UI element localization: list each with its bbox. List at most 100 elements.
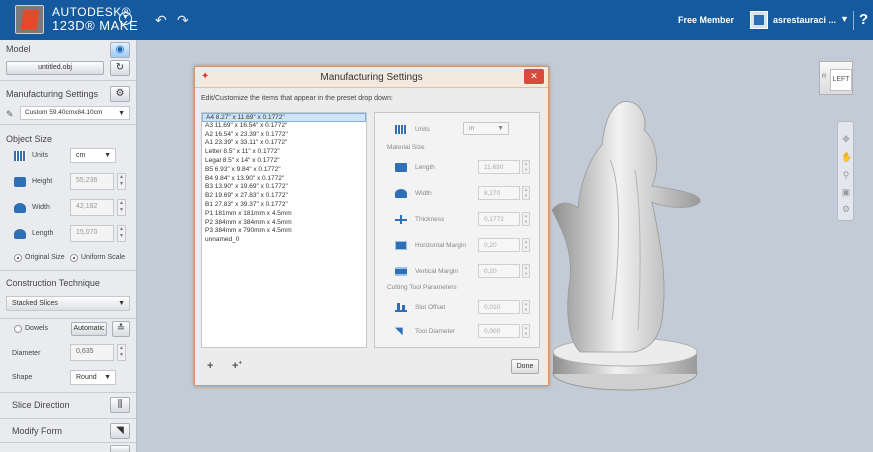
- height-field[interactable]: 55,236: [70, 173, 114, 190]
- username[interactable]: asrestauraci ...: [773, 15, 836, 25]
- model-title: Model: [6, 44, 31, 54]
- list-item[interactable]: A1 23.39" x 33.11" x 0.1772": [202, 139, 366, 148]
- original-size-radio[interactable]: [14, 254, 22, 262]
- preset-dropdown[interactable]: Custom 59.40cmx84.10cm ▼: [20, 106, 130, 120]
- pencil-icon[interactable]: ✎: [6, 109, 14, 120]
- list-item[interactable]: unnamed_0: [202, 236, 366, 245]
- construction-value: Stacked Slices: [12, 300, 58, 307]
- diameter-stepper[interactable]: ▲ ▼: [117, 344, 126, 361]
- ruler-icon: [14, 151, 26, 161]
- slot-offset-label: Slot Offset: [415, 304, 446, 311]
- duplicate-preset-icon[interactable]: ++: [232, 360, 242, 372]
- redo-icon[interactable]: ↷: [177, 12, 189, 29]
- length-label: Length: [415, 164, 435, 171]
- dialog-units-value: in: [469, 125, 475, 132]
- app-menu-chevron-icon[interactable]: ▼: [119, 12, 132, 25]
- length-field[interactable]: 15,070: [70, 225, 114, 242]
- dowels-radio[interactable]: [14, 325, 22, 333]
- dowel-settings-icon[interactable]: ≛: [112, 321, 130, 337]
- list-item[interactable]: B2 19.69" x 27.83" x 0.1772": [202, 192, 366, 201]
- orbit-icon[interactable]: ✥: [841, 134, 851, 144]
- thickness-icon: [395, 215, 407, 224]
- divider: [0, 392, 137, 393]
- done-button[interactable]: Done: [511, 359, 539, 374]
- manufacturing-settings-dialog: ✦ Manufacturing Settings ✕ Edit/Customiz…: [194, 66, 549, 386]
- list-item[interactable]: B4 9.84" x 13.90" x 0.1772": [202, 175, 366, 184]
- height-icon: [14, 177, 26, 187]
- list-item[interactable]: P2 384mm x 384mm x 4.5mm: [202, 219, 366, 228]
- list-item[interactable]: Legal 8.5" x 14" x 0.1772": [202, 157, 366, 166]
- list-item[interactable]: A3 11.69" x 16.54" x 0.1772": [202, 122, 366, 131]
- list-item[interactable]: B1 27.83" x 39.37" x 0.1772": [202, 201, 366, 210]
- width-field[interactable]: 42,182: [70, 199, 114, 216]
- membership-label: Free Member: [678, 15, 735, 25]
- preset-properties-panel: Units in ▼ Material Size Length 11,690 ▲ ▼…: [374, 112, 540, 348]
- divider: [853, 11, 854, 30]
- dialog-tool-diameter-stepper[interactable]: ▲ ▼: [522, 324, 530, 338]
- model-file-button[interactable]: untitled.obj: [6, 61, 104, 75]
- add-preset-icon[interactable]: +: [207, 360, 213, 372]
- modify-form-icon[interactable]: ◥: [110, 423, 130, 439]
- preset-value: Custom 59.40cmx84.10cm: [25, 109, 103, 116]
- list-item[interactable]: B3 13.90" x 19.69" x 0.1772": [202, 183, 366, 192]
- dialog-units-dropdown[interactable]: in ▼: [463, 122, 509, 135]
- units-dropdown[interactable]: cm ▼: [70, 148, 116, 163]
- gear-icon[interactable]: ⚙: [110, 86, 130, 102]
- list-item[interactable]: A4 8.27" x 11.69" x 0.1772": [202, 113, 366, 122]
- statue-model[interactable]: [540, 90, 710, 395]
- construction-dropdown[interactable]: Stacked Slices ▼: [6, 296, 130, 311]
- close-icon[interactable]: ✕: [524, 69, 544, 84]
- list-item[interactable]: Letter 8.5" x 11" x 0.1772": [202, 148, 366, 157]
- list-item[interactable]: B5 6.93" x 9.84" x 0.1772": [202, 166, 366, 175]
- dialog-vmargin-field[interactable]: 0,20: [478, 264, 520, 278]
- dialog-thickness-stepper[interactable]: ▲ ▼: [522, 212, 530, 226]
- eye-icon[interactable]: ◉: [110, 42, 130, 58]
- width-icon: [395, 189, 407, 198]
- dialog-width-field[interactable]: 8,270: [478, 186, 520, 200]
- slice-direction-icon[interactable]: ⫼: [110, 397, 130, 413]
- more-icon[interactable]: [110, 445, 130, 452]
- dialog-hmargin-stepper[interactable]: ▲ ▼: [522, 238, 530, 252]
- refresh-icon[interactable]: ↻: [110, 60, 130, 76]
- width-stepper[interactable]: ▲ ▼: [117, 199, 126, 216]
- dowels-automatic-button[interactable]: Automatic: [71, 322, 107, 336]
- view-cube[interactable]: R LEFT: [819, 61, 853, 95]
- width-label: Width: [415, 190, 432, 197]
- help-icon[interactable]: ?: [859, 11, 868, 28]
- user-menu-chevron-icon[interactable]: ▼: [840, 14, 849, 24]
- list-item[interactable]: P1 181mm x 181mm x 4.5mm: [202, 210, 366, 219]
- avatar[interactable]: [750, 11, 768, 29]
- original-size-label: Original Size: [25, 254, 65, 261]
- list-item[interactable]: A2 16.54" x 23.39" x 0.1772": [202, 131, 366, 140]
- viewcube-face-left[interactable]: LEFT: [830, 69, 852, 91]
- preset-list[interactable]: A4 8.27" x 11.69" x 0.1772" A3 11.69" x …: [201, 112, 367, 348]
- dialog-width-stepper[interactable]: ▲ ▼: [522, 186, 530, 200]
- dialog-slot-offset-stepper[interactable]: ▲ ▼: [522, 300, 530, 314]
- dialog-hmargin-field[interactable]: 0,20: [478, 238, 520, 252]
- zoom-icon[interactable]: ⚲: [841, 170, 851, 180]
- height-stepper[interactable]: ▲ ▼: [117, 173, 126, 190]
- dialog-length-field[interactable]: 11,690: [478, 160, 520, 174]
- fit-view-icon[interactable]: ▣: [841, 187, 851, 197]
- dowels-label: Dowels: [25, 325, 48, 332]
- top-bar: AUTODESK® 123D® MAKE ▼ ↶ ↷ Free Member a…: [0, 0, 873, 40]
- dialog-slot-offset-field[interactable]: 0,010: [478, 300, 520, 314]
- dialog-thickness-field[interactable]: 0,1772: [478, 212, 520, 226]
- settings-icon[interactable]: ⚙: [841, 204, 851, 214]
- dialog-vmargin-stepper[interactable]: ▲ ▼: [522, 264, 530, 278]
- dialog-tool-diameter-field[interactable]: 0,000: [478, 324, 520, 338]
- list-item[interactable]: P3 384mm x 790mm x 4.5mm: [202, 227, 366, 236]
- dialog-title-bar[interactable]: ✦ Manufacturing Settings ✕: [195, 67, 548, 88]
- app-logo-icon[interactable]: [15, 5, 44, 34]
- undo-icon[interactable]: ↶: [155, 12, 167, 29]
- horizontal-margin-label: Horizontal Margin: [415, 242, 466, 249]
- dialog-length-stepper[interactable]: ▲ ▼: [522, 160, 530, 174]
- width-icon: [14, 203, 26, 213]
- diameter-field[interactable]: 0,635: [70, 344, 114, 361]
- shape-dropdown[interactable]: Round ▼: [70, 370, 116, 385]
- dialog-title: Manufacturing Settings: [320, 72, 423, 83]
- pan-hand-icon[interactable]: ✋: [841, 152, 852, 162]
- uniform-scale-radio[interactable]: [70, 254, 78, 262]
- length-stepper[interactable]: ▲ ▼: [117, 225, 126, 242]
- tool-diameter-label: Tool Diameter: [415, 328, 456, 335]
